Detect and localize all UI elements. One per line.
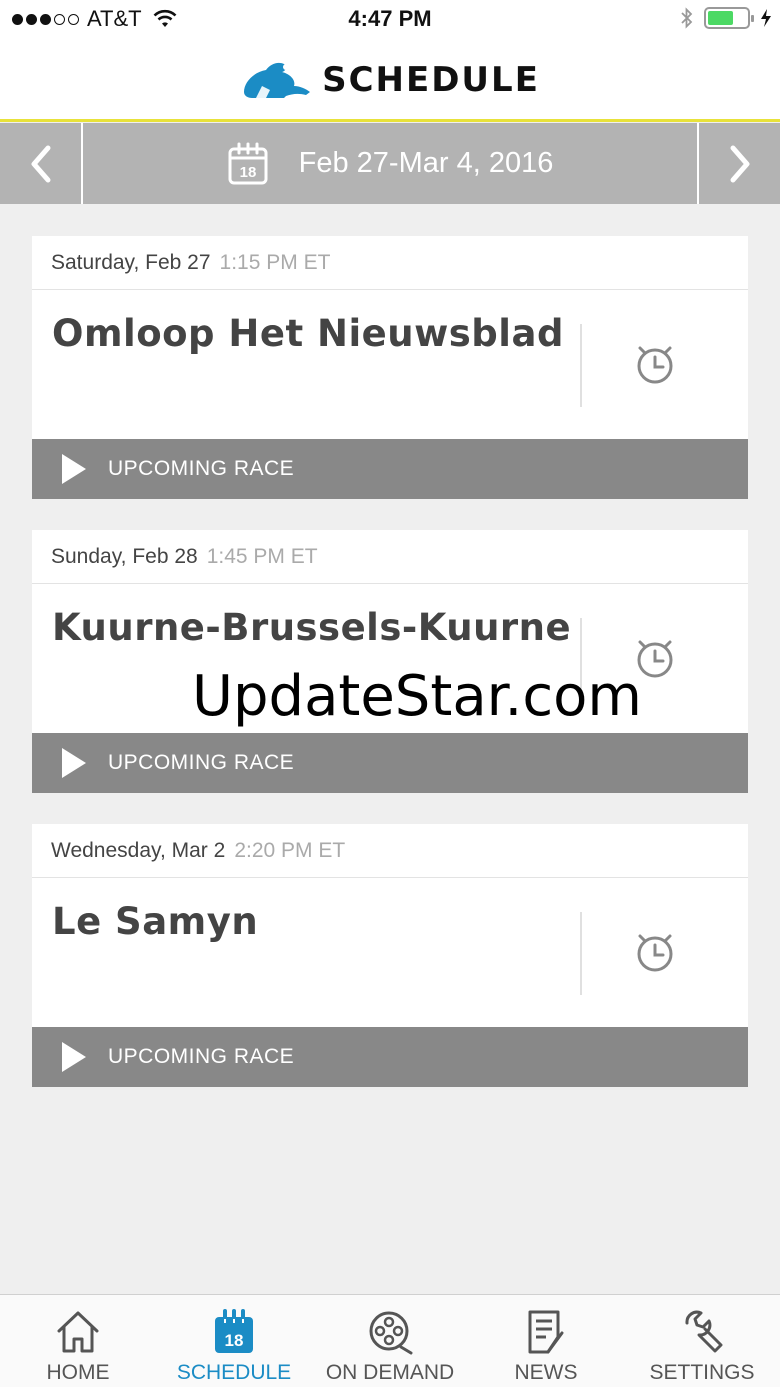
race-body[interactable]: Le Samyn [32, 878, 748, 1027]
week-range-label: Feb 27-Mar 4, 2016 [298, 147, 554, 179]
calendar-day-number: 18 [239, 164, 256, 181]
wrench-icon [685, 1310, 723, 1353]
chevron-left-icon [31, 145, 50, 182]
play-icon [62, 748, 86, 778]
status-bar: AT&T 4:47 PM [0, 0, 780, 40]
tab-label: ON DEMAND [325, 1361, 455, 1384]
page-title: SCHEDULE [322, 59, 540, 100]
race-time: 2:20 PM ET [234, 838, 346, 862]
alarm-clock-icon[interactable] [634, 340, 676, 386]
next-week-button[interactable] [697, 123, 780, 204]
tab-on-demand[interactable]: ON DEMAND [312, 1295, 468, 1387]
chevron-right-icon [730, 145, 749, 182]
bottom-tab-bar: HOME 18 SCHEDULE ON DEMAND NEWS SETTINGS [0, 1294, 780, 1387]
race-name: Omloop Het Nieuwsblad [52, 312, 564, 355]
home-icon [57, 1311, 99, 1353]
race-date-row: Wednesday, Mar 2 2:20 PM ET [32, 824, 748, 878]
previous-week-button[interactable] [0, 123, 83, 204]
race-status-label: UPCOMING RACE [108, 1045, 295, 1068]
battery-icon [704, 7, 754, 29]
race-date: Sunday, Feb 28 [51, 544, 198, 568]
calendar-icon: 18 [215, 1309, 253, 1353]
upcoming-race-button[interactable]: UPCOMING RACE [32, 733, 748, 793]
news-icon [528, 1310, 564, 1354]
clock: 4:47 PM [348, 6, 432, 31]
rider-logo-icon [244, 62, 311, 98]
tab-settings[interactable]: SETTINGS [624, 1295, 780, 1387]
upcoming-race-button[interactable]: UPCOMING RACE [32, 439, 748, 499]
upcoming-race-button[interactable]: UPCOMING RACE [32, 1027, 748, 1087]
race-time: 1:45 PM ET [206, 544, 318, 568]
play-icon [62, 1042, 86, 1072]
battery-level [708, 11, 733, 25]
race-card: Sunday, Feb 28 1:45 PM ET Kuurne-Brussel… [32, 530, 748, 793]
race-time: 1:15 PM ET [219, 250, 331, 274]
watermark-text: UpdateStar.com [192, 664, 642, 729]
race-date: Saturday, Feb 27 [51, 250, 211, 274]
race-card: Saturday, Feb 27 1:15 PM ET Omloop Het N… [32, 236, 748, 499]
race-name: Le Samyn [52, 900, 259, 943]
play-icon [62, 454, 86, 484]
race-status-label: UPCOMING RACE [108, 751, 295, 774]
tab-home[interactable]: HOME [0, 1295, 156, 1387]
tab-label: NEWS [514, 1361, 578, 1384]
calendar-day-number: 18 [225, 1331, 244, 1350]
calendar-icon: 18 [228, 142, 268, 184]
tab-news[interactable]: NEWS [468, 1295, 624, 1387]
bluetooth-icon [681, 7, 693, 29]
tab-schedule[interactable]: 18 SCHEDULE [156, 1295, 312, 1387]
app-header: SCHEDULE [0, 40, 780, 122]
tab-label: SETTINGS [649, 1361, 755, 1384]
week-range: 18 Feb 27-Mar 4, 2016 [85, 123, 695, 204]
race-date: Wednesday, Mar 2 [51, 838, 226, 862]
film-reel-icon [369, 1311, 413, 1355]
status-right [680, 6, 772, 30]
alarm-clock-icon[interactable] [634, 928, 676, 974]
divider [580, 912, 582, 995]
divider [580, 324, 582, 407]
race-date-row: Saturday, Feb 27 1:15 PM ET [32, 236, 748, 290]
race-body[interactable]: Omloop Het Nieuwsblad [32, 290, 748, 439]
tab-label: HOME [46, 1361, 110, 1384]
race-date-row: Sunday, Feb 28 1:45 PM ET [32, 530, 748, 584]
charging-bolt-icon [761, 9, 771, 27]
race-name: Kuurne-Brussels-Kuurne [52, 606, 572, 649]
tab-label: SCHEDULE [176, 1361, 292, 1384]
race-card: Wednesday, Mar 2 2:20 PM ET Le Samyn UPC… [32, 824, 748, 1087]
race-status-label: UPCOMING RACE [108, 457, 295, 480]
week-navigator: 18 Feb 27-Mar 4, 2016 [0, 123, 780, 204]
